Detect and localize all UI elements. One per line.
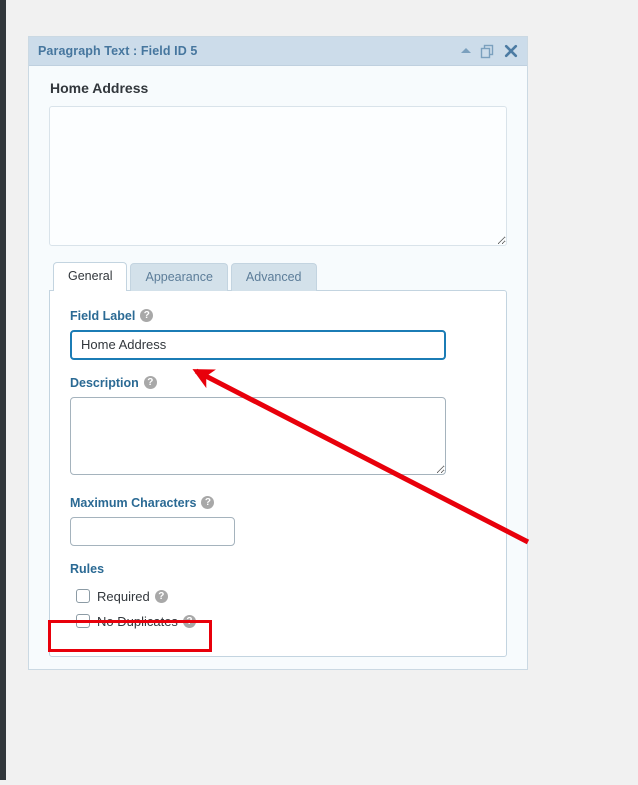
rule-row-required: Required ? [70, 584, 486, 609]
close-icon[interactable] [504, 44, 518, 58]
rule-row-no-duplicates: No Duplicates ? [70, 609, 486, 634]
tab-strip: General Appearance Advanced [49, 262, 507, 291]
duplicate-icon[interactable] [480, 44, 495, 59]
help-icon[interactable]: ? [201, 496, 215, 510]
maximum-characters-label-text: Maximum Characters [70, 495, 197, 510]
field-preview: Home Address [29, 66, 527, 262]
no-duplicates-label-text: No Duplicates [97, 613, 178, 629]
preview-field-label: Home Address [50, 80, 149, 96]
panel-title: Paragraph Text : Field ID 5 [38, 44, 198, 58]
description-label-text: Description [70, 375, 139, 390]
collapse-icon[interactable] [461, 48, 471, 54]
help-icon[interactable]: ? [140, 309, 154, 323]
maximum-characters-caption: Maximum Characters ? [70, 496, 486, 510]
help-icon[interactable]: ? [143, 376, 157, 390]
rules-block: Rules Required ? No Duplicates ? [70, 562, 486, 634]
field-label-input[interactable] [70, 329, 446, 360]
description-caption: Description ? [70, 376, 486, 390]
field-label-caption: Field Label ? [70, 309, 486, 323]
help-icon[interactable]: ? [182, 614, 196, 628]
tab-panel-general: Field Label ? Description ? Maximum Char… [49, 289, 507, 657]
maximum-characters-block: Maximum Characters ? [70, 496, 486, 546]
required-label-text: Required [97, 588, 150, 604]
tab-advanced[interactable]: Advanced [230, 263, 317, 291]
required-label[interactable]: Required ? [97, 589, 168, 604]
tab-general[interactable]: General [53, 262, 128, 291]
no-duplicates-checkbox[interactable] [76, 614, 90, 629]
description-block: Description ? [70, 376, 486, 480]
required-checkbox[interactable] [76, 589, 90, 604]
field-label-block: Field Label ? [70, 309, 486, 360]
tab-appearance[interactable]: Appearance [130, 263, 228, 291]
help-icon[interactable]: ? [154, 589, 168, 603]
no-duplicates-label[interactable]: No Duplicates ? [97, 614, 196, 629]
panel-header-actions [461, 44, 518, 59]
field-label-text: Field Label [70, 308, 136, 323]
field-settings-panel: Paragraph Text : Field ID 5 Home Address [28, 36, 528, 670]
panel-header: Paragraph Text : Field ID 5 [29, 37, 527, 66]
maximum-characters-input[interactable] [70, 516, 235, 546]
admin-menu-rail [0, 0, 6, 780]
rules-heading: Rules [70, 561, 105, 576]
preview-textarea[interactable] [49, 106, 507, 246]
settings-tabs-region: General Appearance Advanced Field Label … [29, 262, 527, 669]
description-input[interactable] [70, 396, 446, 475]
